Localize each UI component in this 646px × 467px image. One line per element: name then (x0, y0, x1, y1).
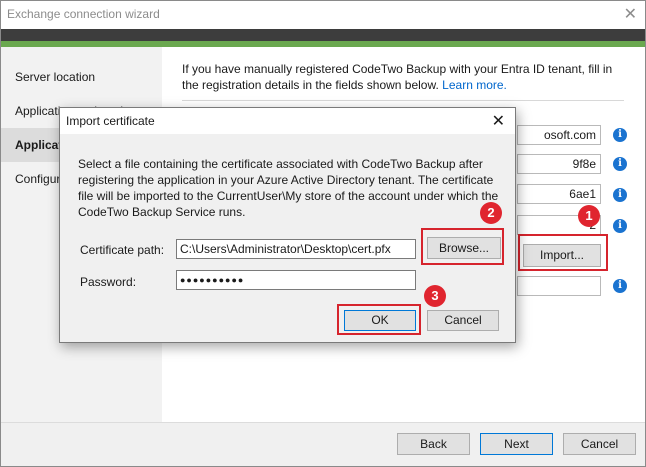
intro-body: If you have manually registered CodeTwo … (182, 62, 613, 92)
sidebar-item-server-location[interactable]: Server location (1, 60, 162, 94)
extra-field[interactable] (517, 276, 601, 296)
tenant-field[interactable]: osoft.com (517, 125, 601, 145)
certificate-path-label: Certificate path: (80, 243, 165, 257)
highlight-ok (337, 304, 421, 335)
wizard-footer: Back Next Cancel (1, 422, 645, 466)
learn-more-link[interactable]: Learn more. (442, 78, 507, 92)
step-badge-3: 3 (424, 285, 446, 307)
wizard-titlebar: Exchange connection wizard ✕ (1, 1, 645, 29)
certificate-path-input[interactable]: C:\Users\Administrator\Desktop\cert.pfx (176, 239, 416, 259)
back-button[interactable]: Back (397, 433, 470, 455)
application-id-field[interactable]: 9f8e (517, 154, 601, 174)
info-icon[interactable]: i (613, 188, 627, 202)
wizard-title: Exchange connection wizard (7, 7, 160, 21)
password-label: Password: (80, 275, 137, 289)
intro-text: If you have manually registered CodeTwo … (182, 61, 632, 93)
highlight-browse (421, 228, 504, 265)
import-certificate-dialog: Import certificate ✕ Select a file conta… (59, 107, 516, 343)
wizard-close-icon[interactable]: ✕ (624, 4, 637, 24)
dialog-title: Import certificate (66, 114, 155, 128)
dialog-description: Select a file containing the certificate… (78, 157, 499, 219)
dialog-titlebar: Import certificate ✕ (60, 108, 515, 134)
highlight-import (518, 234, 608, 271)
info-icon[interactable]: i (613, 128, 627, 142)
info-icon[interactable]: i (613, 157, 627, 171)
dialog-cancel-button[interactable]: Cancel (427, 310, 499, 331)
password-input[interactable]: ●●●●●●●●●● (176, 270, 416, 290)
next-button[interactable]: Next (480, 433, 553, 455)
step-badge-1: 1 (578, 205, 600, 227)
client-secret-field[interactable]: 6ae1 (517, 184, 601, 204)
content-separator (182, 100, 624, 101)
step-badge-2: 2 (480, 202, 502, 224)
info-icon[interactable]: i (613, 219, 627, 233)
dialog-close-icon[interactable]: ✕ (492, 111, 505, 131)
info-icon[interactable]: i (613, 279, 627, 293)
wizard-cancel-button[interactable]: Cancel (563, 433, 636, 455)
